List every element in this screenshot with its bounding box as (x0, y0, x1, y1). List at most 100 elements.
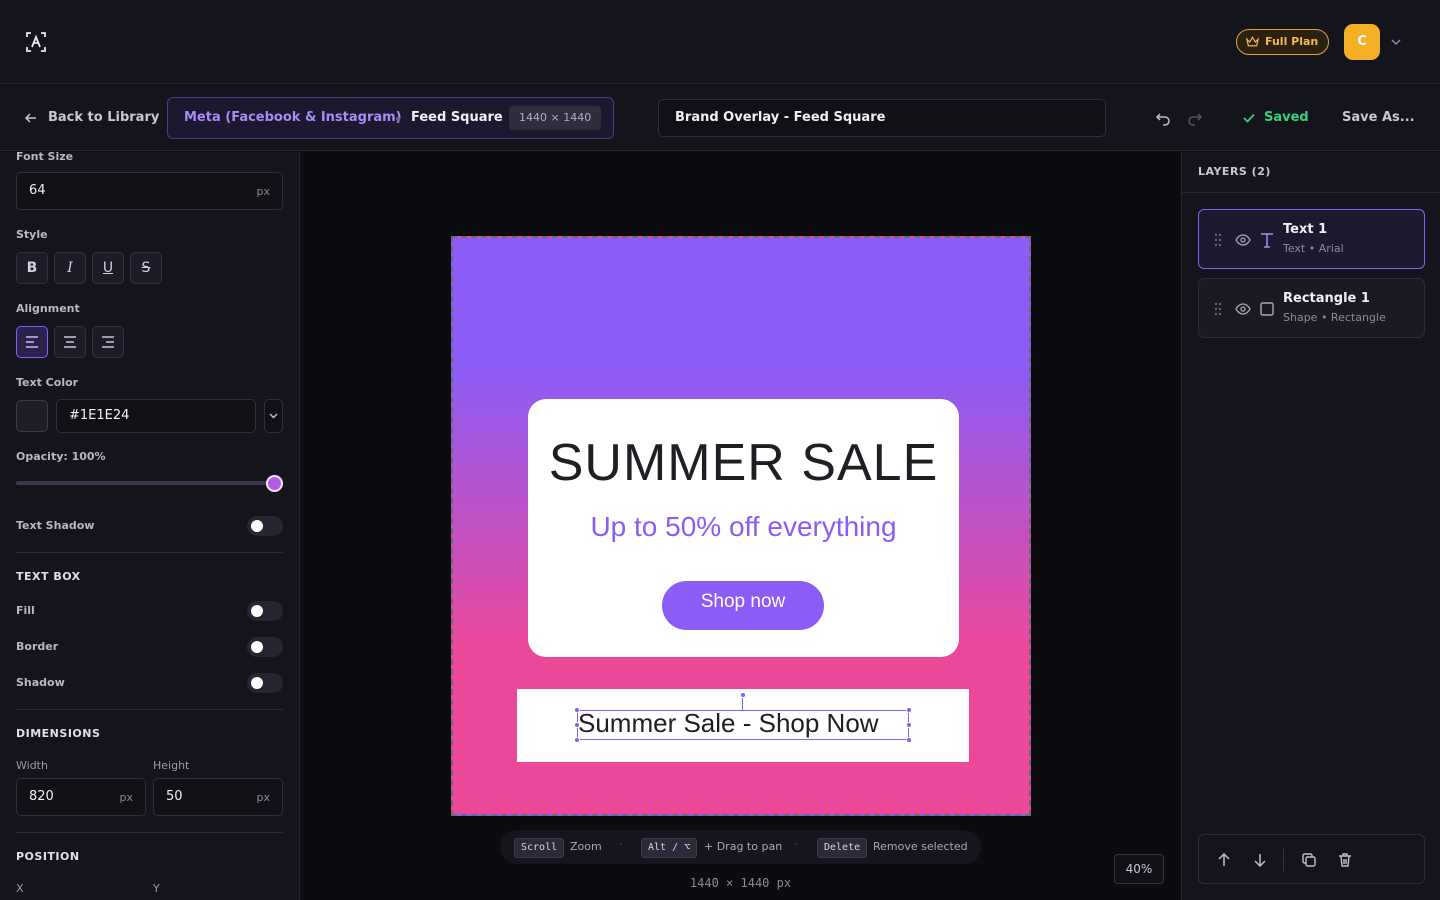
font-size-value: 64 (29, 183, 46, 198)
selection-box (577, 710, 909, 740)
shadow-label: Shadow (16, 676, 65, 689)
resize-handle-top-right[interactable] (906, 707, 912, 713)
height-input[interactable]: 50 px (153, 778, 283, 816)
toggle-knob (251, 605, 263, 617)
pan-key: Alt / ⌥ (641, 838, 698, 858)
opacity-slider-knob[interactable] (266, 475, 283, 492)
saved-status: Saved (1242, 109, 1309, 127)
trash-icon[interactable] (1336, 851, 1354, 869)
canvas-size-label: 1440 × 1440 px (689, 876, 792, 890)
layer-meta: Shape • Rectangle (1283, 311, 1386, 324)
avatar[interactable]: C (1344, 24, 1380, 60)
toggle-knob (251, 677, 263, 689)
platform-name: Meta (Facebook & Instagram) (184, 110, 402, 125)
layers-panel: LAYERS (2) Text 1 Text • Arial Rectangle… (1181, 152, 1440, 900)
divider (1182, 192, 1440, 193)
redo-icon[interactable] (1187, 110, 1203, 126)
width-input[interactable]: 820 px (16, 778, 146, 816)
align-right-icon (102, 336, 114, 348)
align-left-button[interactable] (16, 326, 48, 358)
document-name-input[interactable]: Brand Overlay - Feed Square (658, 99, 1106, 137)
border-toggle[interactable] (247, 637, 283, 657)
rectangle-type-icon (1260, 302, 1274, 316)
divider (16, 709, 283, 710)
divider (16, 552, 283, 553)
resize-handle-left[interactable] (574, 722, 580, 728)
opacity-slider-fill (16, 481, 275, 485)
italic-button[interactable]: I (54, 252, 86, 284)
delete-hint: Remove selected (873, 840, 968, 853)
back-label: Back to Library (48, 110, 160, 125)
zoom-level[interactable]: 40% (1114, 854, 1164, 884)
border-label: Border (16, 640, 59, 653)
shadow-toggle[interactable] (247, 673, 283, 693)
font-size-label: Font Size (16, 152, 74, 163)
artboard[interactable]: SUMMER SALE Up to 50% off everything Sho… (451, 236, 1031, 816)
align-center-icon (64, 336, 76, 348)
card-subtitle: Up to 50% off everything (590, 511, 897, 542)
separator-dot (396, 117, 400, 121)
chevron-down-icon[interactable] (1389, 35, 1403, 49)
card-cta: Shop now (662, 581, 824, 630)
logo-icon[interactable] (24, 30, 48, 54)
format-selector[interactable]: Meta (Facebook & Instagram) Feed Square … (167, 97, 614, 139)
duplicate-icon[interactable] (1300, 851, 1318, 869)
crown-icon (1246, 36, 1259, 47)
text-color-swatch[interactable] (16, 400, 48, 432)
resize-handle-bottom-right[interactable] (906, 737, 912, 743)
color-dropdown-button[interactable] (264, 399, 283, 433)
opacity-label: Opacity: 100% (16, 450, 106, 463)
chevron-down-icon (269, 413, 278, 419)
eye-icon[interactable] (1235, 232, 1251, 248)
text-color-label: Text Color (16, 376, 79, 389)
arrow-left-icon (24, 113, 36, 123)
height-unit: px (256, 791, 271, 804)
drag-handle-icon[interactable] (1213, 232, 1223, 248)
toggle-knob (251, 520, 263, 532)
layers-title: LAYERS (2) (1198, 165, 1271, 178)
hint-separator: · (619, 838, 623, 851)
layer-item-rectangle-1[interactable]: Rectangle 1 Shape • Rectangle (1198, 278, 1425, 338)
saved-label: Saved (1264, 110, 1309, 125)
bold-button[interactable]: B (16, 252, 48, 284)
text-type-icon (1261, 233, 1273, 248)
text-color-hex-input[interactable]: #1E1E24 (56, 399, 256, 433)
strikethrough-button[interactable]: S (130, 252, 162, 284)
arrow-down-icon[interactable] (1251, 851, 1269, 869)
height-label: Height (153, 759, 190, 772)
underline-button[interactable]: U (92, 252, 124, 284)
font-size-input[interactable]: 64 px (16, 172, 283, 210)
opacity-slider-track[interactable] (16, 481, 275, 485)
height-value: 50 (166, 789, 183, 804)
text-box-heading: TEXT BOX (16, 570, 81, 583)
rotate-handle[interactable] (740, 692, 746, 698)
dimensions-heading: DIMENSIONS (16, 727, 101, 740)
fill-toggle[interactable] (247, 601, 283, 621)
width-value: 820 (29, 789, 54, 804)
undo-icon[interactable] (1155, 110, 1171, 126)
resize-handle-bottom-left[interactable] (574, 737, 580, 743)
eye-icon[interactable] (1235, 301, 1251, 317)
hint-separator: · (794, 838, 798, 851)
divider (16, 832, 283, 833)
align-center-button[interactable] (54, 326, 86, 358)
canvas-area[interactable]: SUMMER SALE Up to 50% off everything Sho… (301, 152, 1180, 900)
style-label: Style (16, 228, 48, 241)
sale-card: SUMMER SALE Up to 50% off everything Sho… (528, 399, 959, 657)
arrow-up-icon[interactable] (1215, 851, 1233, 869)
alignment-label: Alignment (16, 302, 80, 315)
resize-handle-right[interactable] (906, 722, 912, 728)
plan-label: Full Plan (1265, 35, 1319, 48)
drag-handle-icon[interactable] (1213, 301, 1223, 317)
back-to-library-button[interactable]: Back to Library (24, 109, 159, 127)
x-label: X (16, 882, 24, 895)
plan-badge[interactable]: Full Plan (1236, 29, 1330, 55)
resize-handle-top-left[interactable] (574, 707, 580, 713)
top-bar: Full Plan C (0, 0, 1440, 84)
layer-item-text-1[interactable]: Text 1 Text • Arial (1198, 209, 1425, 269)
divider (1283, 849, 1284, 871)
text-shadow-toggle[interactable] (247, 516, 283, 536)
align-right-button[interactable] (92, 326, 124, 358)
save-as-button[interactable]: Save As... (1342, 109, 1415, 127)
layer-name: Text 1 (1283, 222, 1328, 237)
